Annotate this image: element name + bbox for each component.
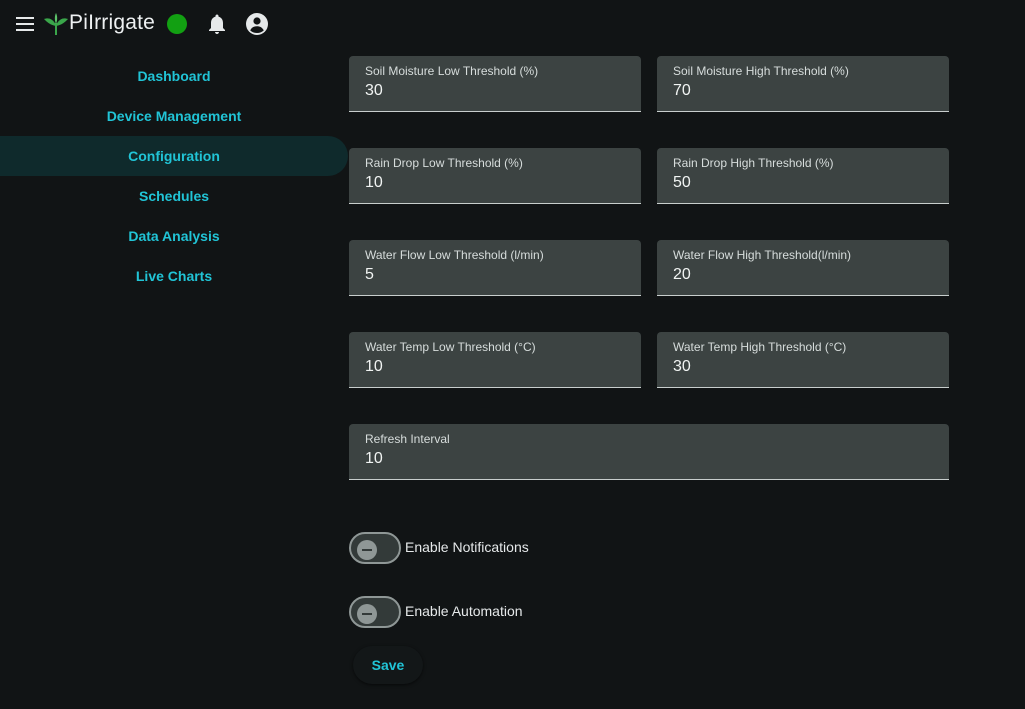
field-label: Water Temp Low Threshold (°C) (365, 340, 536, 354)
menu-icon[interactable] (14, 14, 36, 34)
field-label: Soil Moisture High Threshold (%) (673, 64, 849, 78)
field-value[interactable]: 5 (365, 266, 374, 284)
toggle-label: Enable Automation (405, 603, 523, 619)
field-label: Water Flow Low Threshold (l/min) (365, 248, 544, 262)
water-flow-low-field[interactable]: Water Flow Low Threshold (l/min) 5 (349, 240, 641, 296)
sidebar-nav: Dashboard Device Management Configuratio… (0, 56, 348, 296)
sidebar-item-configuration[interactable]: Configuration (0, 136, 348, 176)
toggle-track[interactable] (349, 596, 401, 628)
sprout-icon (44, 13, 68, 35)
app-bar: PiIrrigate (0, 0, 1025, 48)
water-temp-high-field[interactable]: Water Temp High Threshold (°C) 30 (657, 332, 949, 388)
field-value[interactable]: 10 (365, 450, 383, 468)
app-title: PiIrrigate (69, 11, 156, 34)
field-value[interactable]: 30 (673, 358, 691, 376)
field-label: Water Temp High Threshold (°C) (673, 340, 847, 354)
field-label: Rain Drop High Threshold (%) (673, 156, 834, 170)
refresh-interval-field[interactable]: Refresh Interval 10 (349, 424, 949, 480)
toggle-label: Enable Notifications (405, 539, 529, 555)
field-value[interactable]: 10 (365, 358, 383, 376)
field-value[interactable]: 70 (673, 82, 691, 100)
soil-moisture-low-field[interactable]: Soil Moisture Low Threshold (%) 30 (349, 56, 641, 112)
field-label: Rain Drop Low Threshold (%) (365, 156, 523, 170)
sidebar-item-dashboard[interactable]: Dashboard (0, 56, 348, 96)
water-flow-high-field[interactable]: Water Flow High Threshold(l/min) 20 (657, 240, 949, 296)
field-value[interactable]: 50 (673, 174, 691, 192)
save-button[interactable]: Save (353, 646, 423, 684)
sidebar-item-device-management[interactable]: Device Management (0, 96, 348, 136)
field-value[interactable]: 30 (365, 82, 383, 100)
field-label: Soil Moisture Low Threshold (%) (365, 64, 539, 78)
connection-status-indicator (167, 14, 187, 34)
rain-drop-high-field[interactable]: Rain Drop High Threshold (%) 50 (657, 148, 949, 204)
field-value[interactable]: 10 (365, 174, 383, 192)
sidebar-item-live-charts[interactable]: Live Charts (0, 256, 348, 296)
field-label: Refresh Interval (365, 432, 450, 446)
sidebar-item-data-analysis[interactable]: Data Analysis (0, 216, 348, 256)
rain-drop-low-field[interactable]: Rain Drop Low Threshold (%) 10 (349, 148, 641, 204)
water-temp-low-field[interactable]: Water Temp Low Threshold (°C) 10 (349, 332, 641, 388)
toggle-off-icon (357, 604, 377, 624)
bell-icon[interactable] (205, 12, 229, 36)
account-circle-icon[interactable] (245, 12, 269, 36)
field-label: Water Flow High Threshold(l/min) (673, 248, 852, 262)
sidebar-item-schedules[interactable]: Schedules (0, 176, 348, 216)
soil-moisture-high-field[interactable]: Soil Moisture High Threshold (%) 70 (657, 56, 949, 112)
toggle-track[interactable] (349, 532, 401, 564)
toggle-off-icon (357, 540, 377, 560)
field-value[interactable]: 20 (673, 266, 691, 284)
